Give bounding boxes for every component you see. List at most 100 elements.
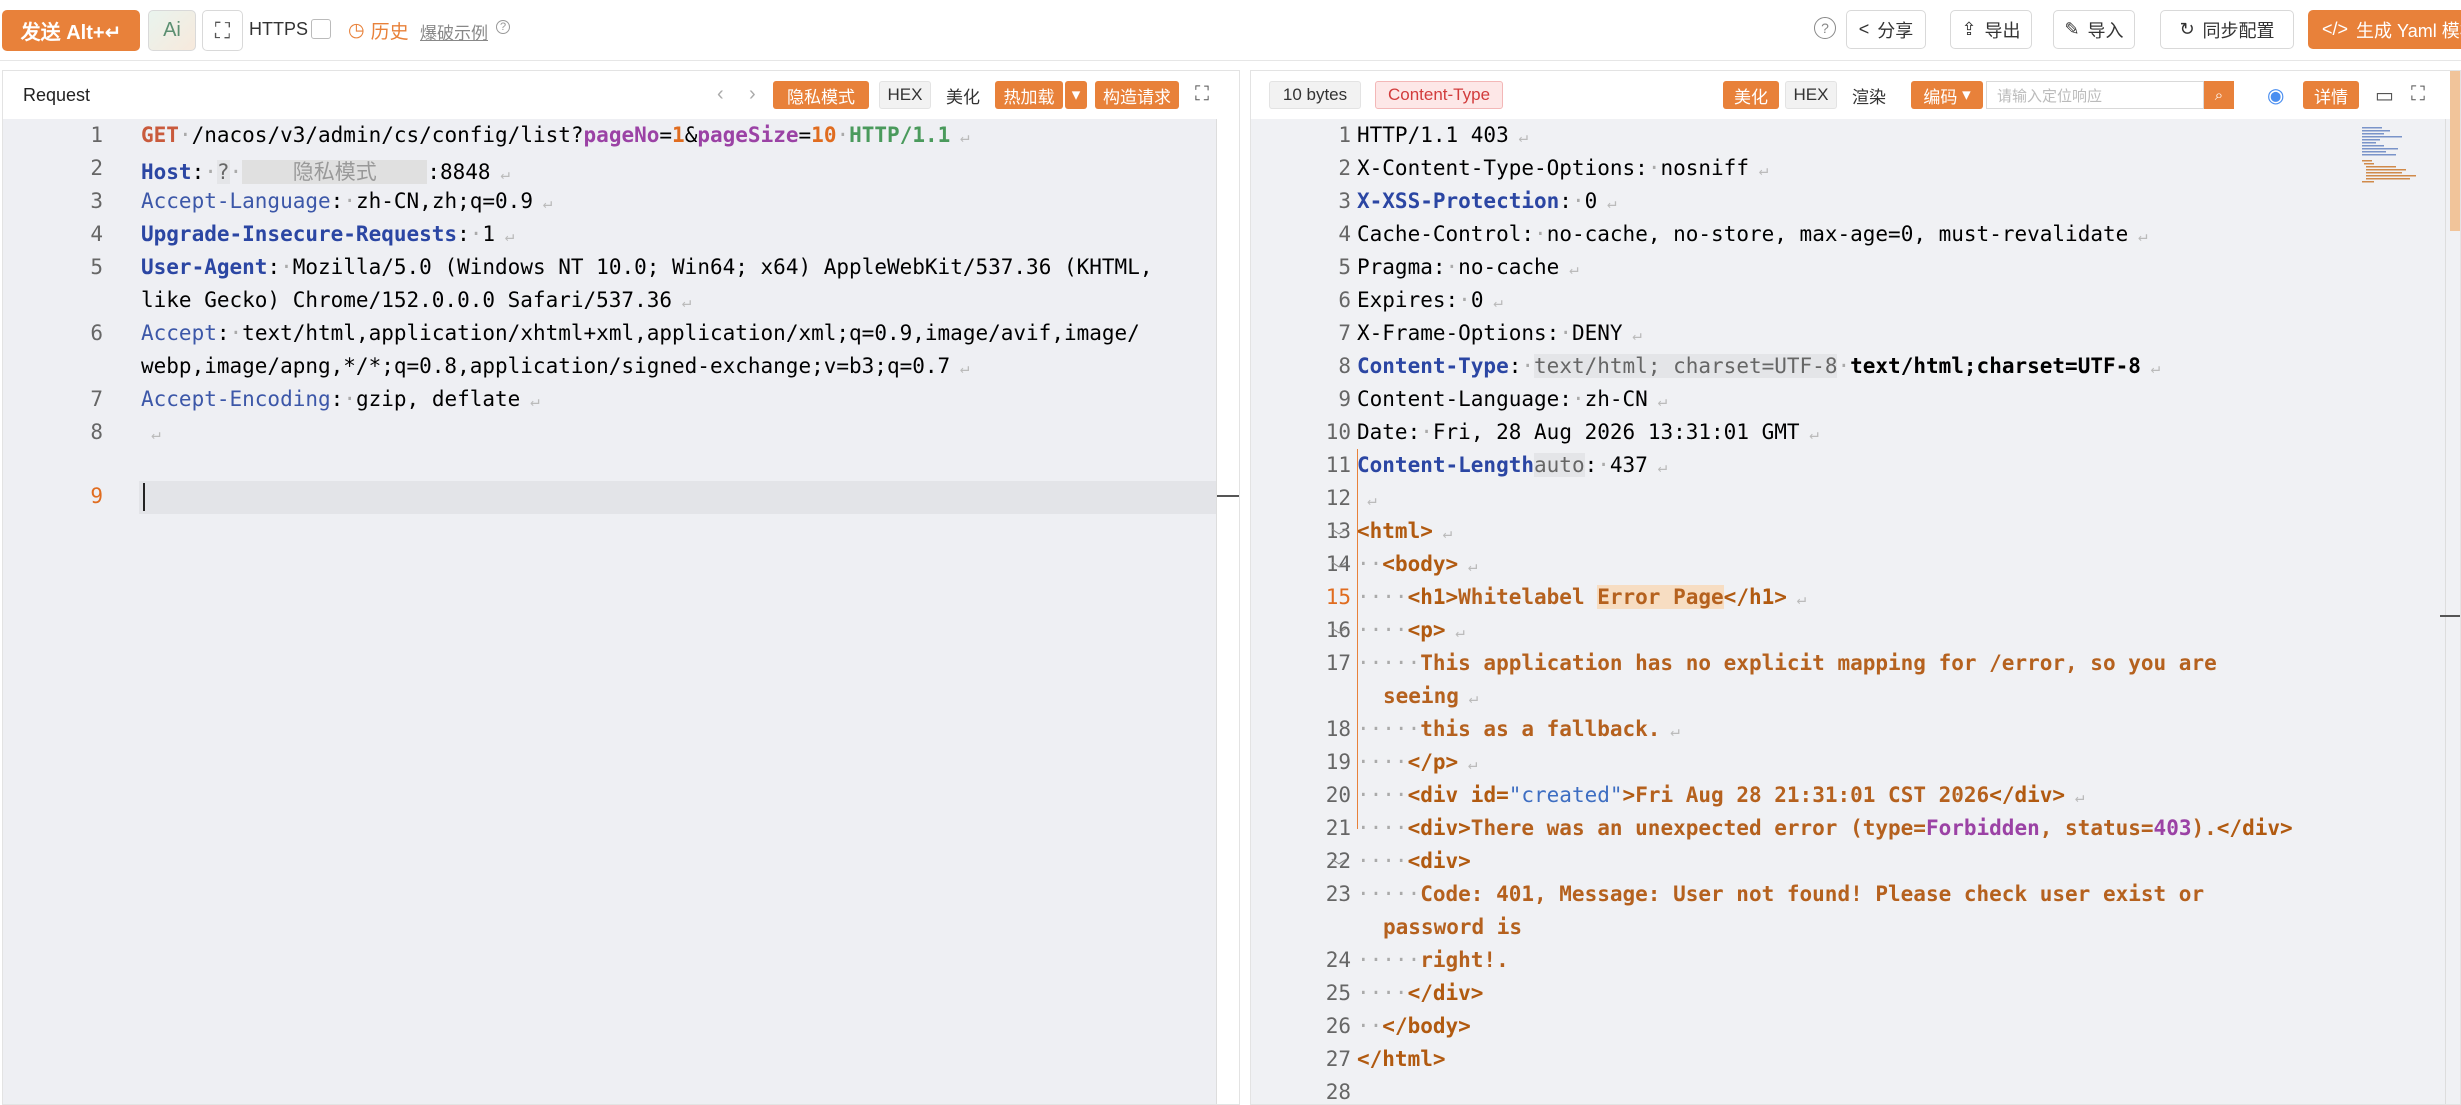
import-label: 导入 (2087, 20, 2124, 41)
html-tag: <div> (1407, 816, 1471, 840)
html-text: Whitelabel (1458, 585, 1598, 609)
encoding-dropdown[interactable]: 编码 ▾ (1911, 81, 1983, 109)
line-number: 6 (1338, 288, 1351, 312)
html-text: This application has no explicit mapping… (1420, 651, 2217, 675)
http-method: GET (141, 123, 179, 147)
header-key: Accept (141, 321, 217, 345)
html-text: Forbidden (1925, 816, 2040, 840)
html-tag: <body> (1382, 552, 1459, 576)
header-value: no-cache, no-store, max-age=0, must-reva… (1546, 222, 2129, 246)
detail-button[interactable]: 详情 (2303, 81, 2359, 109)
generate-yaml-button[interactable]: </> 生成 Yaml 模板 (2308, 10, 2461, 49)
sync-icon: ↻ (2179, 19, 2195, 39)
param-value: 1 (672, 123, 685, 147)
line-number: 4 (90, 222, 103, 246)
export-label: 导出 (1984, 20, 2021, 41)
value-hint-pill: text/html; charset=UTF-8 (1534, 354, 1838, 378)
param-name: pageNo (583, 123, 660, 147)
line-number: 1 (1338, 123, 1351, 147)
line-number: 2 (90, 156, 103, 180)
hotload-button[interactable]: 热加载 (995, 81, 1063, 109)
line-number: 3 (1338, 189, 1351, 213)
line-number: 5 (1338, 255, 1351, 279)
host-mask-q: ? (216, 160, 230, 184)
hex-button[interactable]: HEX (1785, 81, 1837, 109)
request-pane: Request ‹ › 隐私模式 HEX 美化 热加载 ▾ 构造请求 ⛶ 1 G… (2, 70, 1240, 1105)
response-editor[interactable]: 1 HTTP/1.1 403 ↵ 2 X-Content-Type-Option… (1251, 119, 2460, 1104)
header-key: Content-Length (1357, 453, 1535, 477)
header-value: 1 (482, 222, 496, 246)
header-value: :8848 (427, 160, 491, 184)
search-icon[interactable]: ⌕ (2204, 81, 2234, 109)
response-header: 10 bytes Content-Type 美化 HEX 渲染 编码 ▾ 请输入… (1251, 71, 2460, 120)
code-icon: </> (2322, 19, 2349, 39)
import-button[interactable]: ✎ 导入 (2053, 10, 2135, 49)
chrome-icon[interactable]: ◉ (2267, 83, 2284, 108)
html-tag: </div> (1407, 981, 1484, 1005)
blast-example-link[interactable]: 爆破示例 (420, 19, 488, 44)
header-key: Upgrade-Insecure-Requests (141, 222, 458, 246)
private-mode-button[interactable]: 隐私模式 (773, 81, 869, 109)
send-button[interactable]: 发送 Alt+↵ (2, 10, 140, 51)
scan-button[interactable]: ⛶ (202, 10, 243, 51)
sync-config-button[interactable]: ↻ 同步配置 (2160, 10, 2294, 49)
https-checkbox[interactable] (311, 19, 331, 39)
html-tag: <div (1407, 783, 1471, 807)
line-number: 6 (90, 321, 103, 345)
import-icon: ✎ (2064, 19, 2080, 39)
share-icon: < (1858, 19, 1870, 39)
hotload-dropdown-icon[interactable]: ▾ (1065, 81, 1087, 109)
line-number: 25 (1325, 981, 1351, 1005)
help-icon[interactable]: ? (1814, 17, 1836, 39)
next-arrow-icon[interactable]: › (749, 83, 756, 106)
build-request-button[interactable]: 构造请求 (1095, 81, 1179, 109)
html-tag: </div> (2216, 816, 2293, 840)
header-value: gzip, deflate (355, 387, 521, 411)
share-button[interactable]: < 分享 (1846, 10, 1926, 49)
param-value: 10 (811, 123, 837, 147)
fold-chevron-icon[interactable]: ﹀ (1331, 853, 1347, 877)
request-editor[interactable]: 1 GET·/nacos/v3/admin/cs/config/list?pag… (3, 119, 1239, 1104)
header-value: Mozilla/5.0 (Windows NT 10.0; Win64; x64… (292, 255, 1153, 279)
blast-help-icon[interactable]: ? (496, 20, 510, 34)
side-panel-tab[interactable] (2450, 71, 2460, 231)
header-value: nosniff (1660, 156, 1749, 180)
response-scrollbar-track[interactable] (2445, 119, 2446, 1104)
line-number: 15 (1325, 585, 1351, 609)
status-text: HTTP/1.1 403 (1357, 123, 1509, 147)
ai-button[interactable]: Ai (148, 10, 196, 51)
fold-chevron-icon[interactable]: ﹀ (1331, 622, 1347, 646)
header-key: Host (141, 160, 192, 184)
export-button[interactable]: ⇪ 导出 (1950, 10, 2032, 49)
beautify-button[interactable]: 美化 (937, 81, 989, 109)
html-tag: <p> (1407, 618, 1446, 642)
fold-chevron-icon[interactable]: ﹀ (1331, 523, 1347, 547)
fullscreen-icon[interactable]: ⛶ (1195, 83, 1209, 106)
header-value: 0 (1470, 288, 1484, 312)
fullscreen-icon[interactable]: ⛶ (2411, 83, 2425, 106)
html-text: Fri Aug 28 21:31:01 CST 2026 (1635, 783, 1990, 807)
content-type-chip[interactable]: Content-Type (1375, 81, 1503, 109)
html-text: Code: 401, Message: User not found! Plea… (1420, 882, 2205, 906)
line-number: 27 (1325, 1047, 1351, 1071)
header-value: zh-CN (1584, 387, 1648, 411)
beautify-button[interactable]: 美化 (1723, 81, 1779, 109)
fold-chevron-icon[interactable]: ﹀ (1331, 556, 1347, 580)
html-text: There was an unexpected error (type= (1470, 816, 1926, 840)
hex-button[interactable]: HEX (879, 81, 931, 109)
history-button[interactable]: ◷ 历史 (348, 17, 409, 44)
code-minimap[interactable] (2360, 125, 2430, 185)
html-text: seeing (1383, 684, 1459, 708)
html-tag: </h1> (1723, 585, 1787, 609)
scan-icon: ⛶ (214, 17, 231, 43)
request-scrollbar[interactable] (1216, 119, 1239, 1104)
header-key: Accept-Encoding (141, 387, 331, 411)
prev-arrow-icon[interactable]: ‹ (717, 83, 724, 106)
html-text: ). (2191, 816, 2217, 840)
line-number: 12 (1325, 486, 1351, 510)
html-tag: <html> (1357, 519, 1433, 543)
comment-icon[interactable]: ▭ (2375, 83, 2394, 108)
render-button[interactable]: 渲染 (1843, 81, 1895, 109)
line-number: 9 (1338, 387, 1351, 411)
locate-search-input[interactable]: 请输入定位响应 (1986, 81, 2204, 109)
